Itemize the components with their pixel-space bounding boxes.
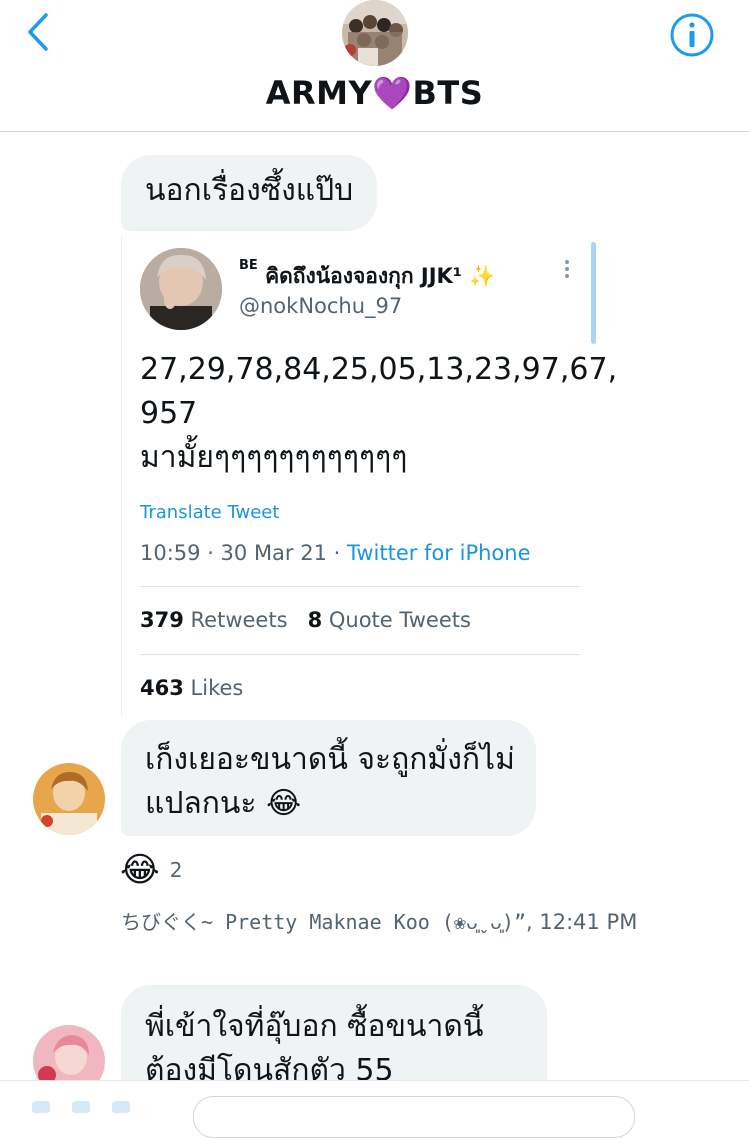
tweet-text: 27,29,78,84,25,05,13,23,97,67, 957 มามั้… — [140, 352, 618, 475]
divider — [140, 654, 580, 655]
sender-avatar[interactable] — [33, 763, 105, 835]
reaction-count: 2 — [169, 858, 183, 882]
conversation-header: ARMY💜BTS — [0, 0, 749, 132]
tweet-stats: 379 Retweets 8 Quote Tweets — [140, 608, 471, 632]
divider — [140, 586, 580, 587]
retweets-stat[interactable]: 379 Retweets — [140, 608, 288, 632]
likes-count: 463 — [140, 676, 184, 700]
tweet-author-handle: @nokNochu_97 — [239, 294, 403, 318]
conversation-title: ARMY💜BTS — [265, 74, 484, 112]
more-vertical-icon — [565, 260, 569, 278]
back-button[interactable] — [22, 12, 62, 52]
message-bubble[interactable]: นอกเรื่องซึ้งแป๊บ — [121, 155, 378, 231]
retweets-count: 379 — [140, 608, 184, 632]
sparkles-emoji: ✨ — [469, 264, 496, 288]
group-avatar[interactable] — [342, 0, 408, 66]
tweet-more-button[interactable] — [562, 258, 572, 280]
composer-tools[interactable] — [32, 1098, 172, 1113]
message-input[interactable] — [193, 1096, 635, 1138]
quote-tweets-count: 8 — [307, 608, 323, 632]
translate-tweet-link[interactable]: Translate Tweet — [140, 502, 279, 523]
likes-label: Likes — [190, 676, 244, 700]
message-meta: ちびぐく~ Pretty Maknae Koo (❀ᴗ͈ˬᴗ͈)”, 12:41… — [121, 906, 637, 936]
message-time: , 12:41 PM — [526, 910, 638, 934]
tweet-scrollbar[interactable] — [591, 242, 596, 344]
author-display-name: คิดถึงน้องจองกุก JJK¹ — [265, 264, 462, 288]
laughing-emoji: 😂 — [120, 850, 160, 890]
message-bubble[interactable]: เก็งเยอะขนาดนี้ จะถูกมั่งก็ไม่แปลกนะ 😂 — [121, 720, 536, 836]
tweet-timestamp: 10:59 · 30 Mar 21 · Twitter for iPhone — [140, 541, 531, 565]
quote-tweets-stat[interactable]: 8 Quote Tweets — [308, 608, 471, 632]
info-icon — [670, 13, 714, 57]
tweet-source-link[interactable]: Twitter for iPhone — [347, 541, 531, 565]
tweet-author-avatar[interactable] — [140, 248, 222, 330]
message-reaction[interactable]: 😂 2 — [120, 850, 182, 890]
quoted-tweet-card[interactable]: BE คิดถึงน้องจองกุก JJK¹ ✨ @nokNochu_97 … — [121, 236, 618, 716]
chevron-left-icon — [28, 13, 48, 51]
tweet-time-date: 10:59 · 30 Mar 21 · — [140, 541, 347, 565]
quote-tweets-label: Quote Tweets — [328, 608, 471, 632]
retweets-label: Retweets — [190, 608, 288, 632]
info-button[interactable] — [668, 11, 716, 59]
tweet-author-name: BE คิดถึงน้องจองกุก JJK¹ ✨ — [239, 258, 496, 293]
likes-stat[interactable]: 463 Likes — [140, 676, 243, 700]
sender-name[interactable]: ちびぐく~ Pretty Maknae Koo (❀ᴗ͈ˬᴗ͈)” — [121, 910, 526, 934]
name-superscript: BE — [239, 258, 258, 273]
